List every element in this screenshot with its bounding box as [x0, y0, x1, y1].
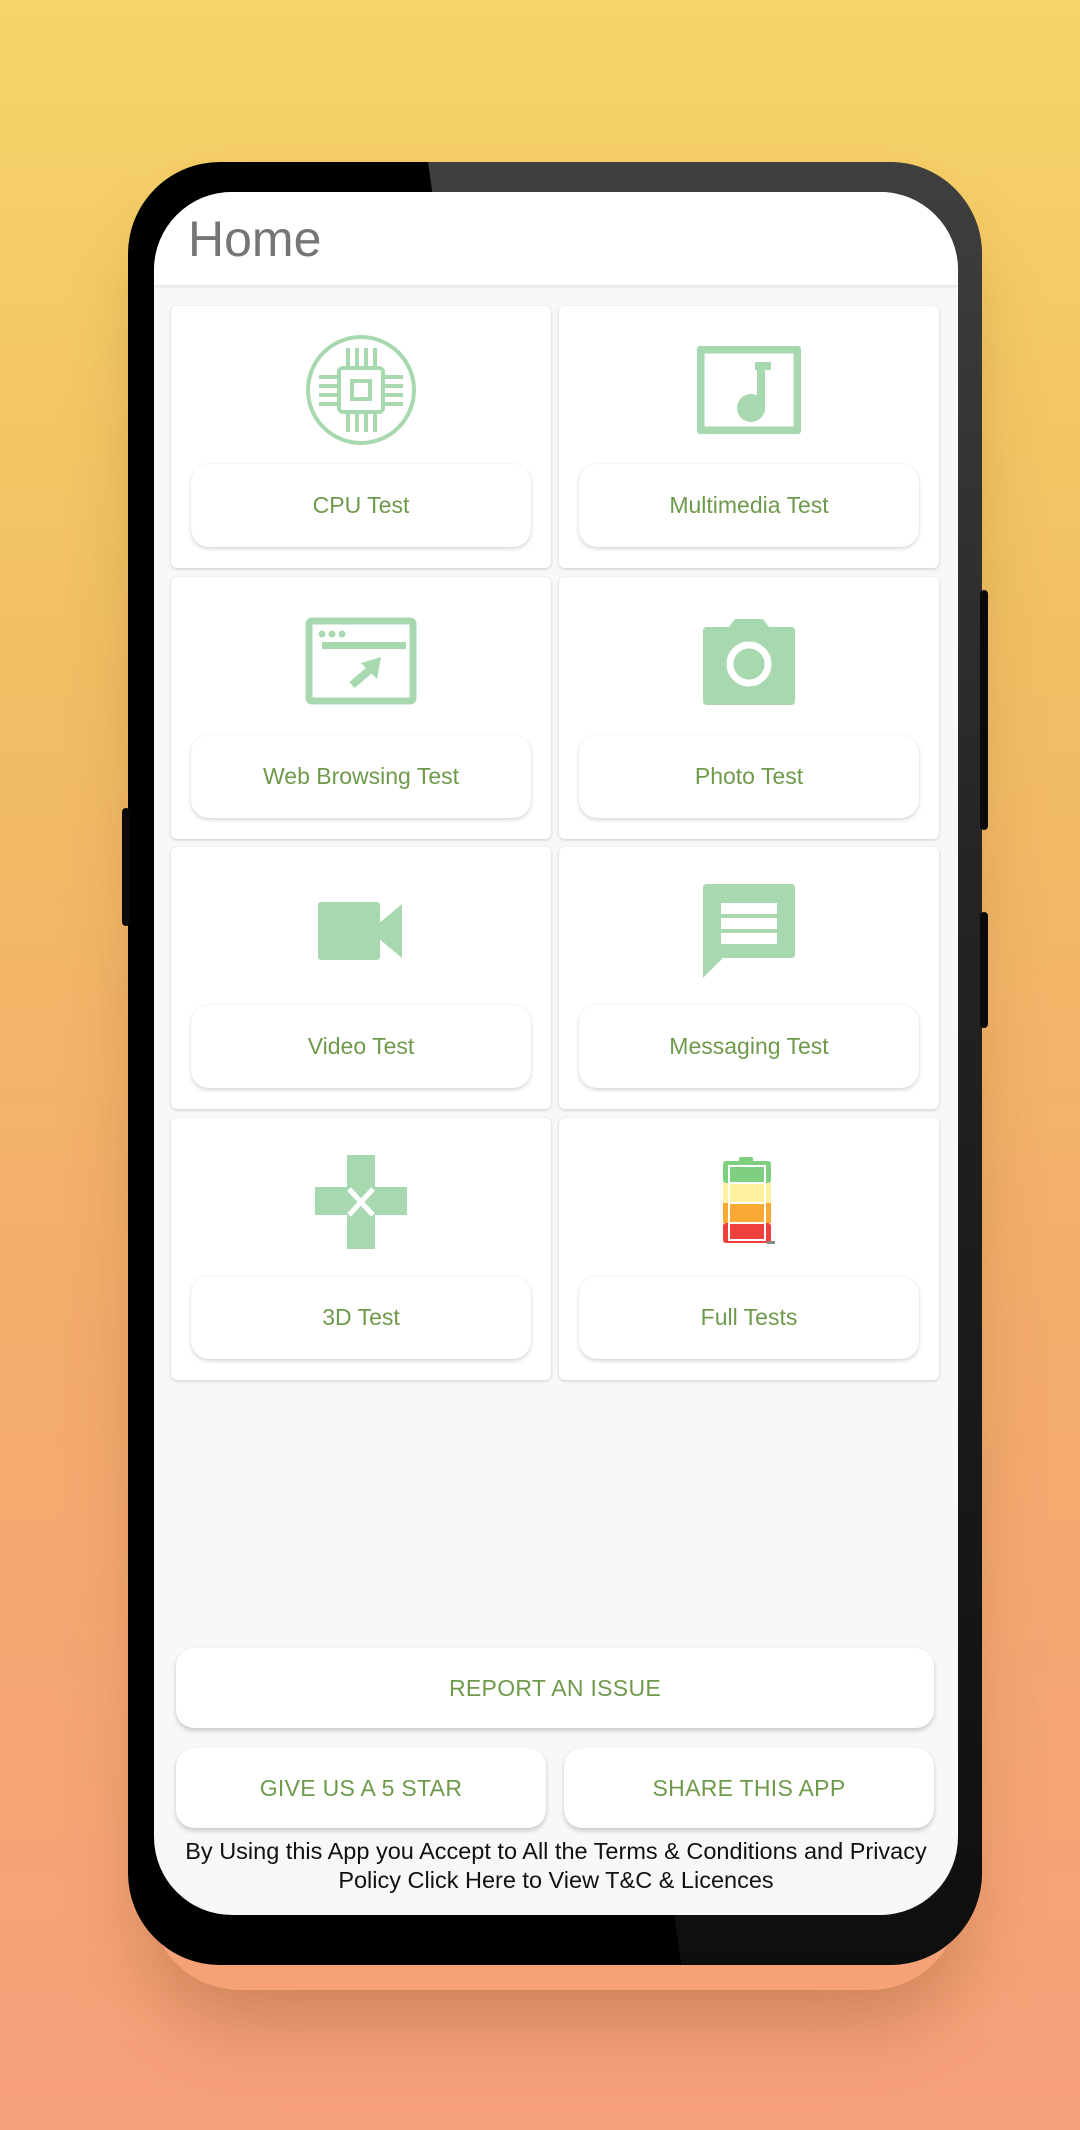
phone-side-button-left: [122, 808, 130, 926]
terms-link[interactable]: By Using this App you Accept to All the …: [164, 1837, 948, 1895]
report-issue-button[interactable]: REPORT AN ISSUE: [176, 1648, 934, 1728]
camera-icon: [701, 617, 797, 705]
test-card-messaging[interactable]: Messaging Test: [559, 847, 939, 1109]
cpu-test-button[interactable]: CPU Test: [191, 464, 531, 547]
gamepad-dpad-icon: [313, 1153, 409, 1251]
page-title: Home: [188, 211, 322, 267]
messaging-test-button[interactable]: Messaging Test: [579, 1005, 919, 1088]
video-camera-icon: [316, 900, 406, 962]
photo-test-button[interactable]: Photo Test: [579, 735, 919, 818]
video-test-button[interactable]: Video Test: [191, 1005, 531, 1088]
app-screen: Home CPU Test Multimedia Test Web Browsi…: [154, 192, 958, 1915]
web-browsing-test-button[interactable]: Web Browsing Test: [191, 735, 531, 818]
rate-app-button[interactable]: GIVE US A 5 STAR: [176, 1748, 546, 1828]
phone-side-button-right-upper: [980, 590, 988, 830]
music-note-icon: [697, 346, 801, 434]
multimedia-test-button[interactable]: Multimedia Test: [579, 464, 919, 547]
test-card-photo[interactable]: Photo Test: [559, 577, 939, 839]
share-app-button[interactable]: SHARE THIS APP: [564, 1748, 934, 1828]
phone-side-button-right-lower: [980, 912, 988, 1028]
test-card-cpu[interactable]: CPU Test: [171, 306, 551, 568]
test-card-web-browsing[interactable]: Web Browsing Test: [171, 577, 551, 839]
battery-levels-icon: [721, 1157, 777, 1247]
3d-test-button[interactable]: 3D Test: [191, 1276, 531, 1359]
test-card-3d[interactable]: 3D Test: [171, 1118, 551, 1380]
test-card-video[interactable]: Video Test: [171, 847, 551, 1109]
browser-window-icon: [305, 617, 417, 705]
cpu-chip-icon: [305, 334, 417, 446]
app-bar: Home: [154, 192, 958, 285]
test-card-multimedia[interactable]: Multimedia Test: [559, 306, 939, 568]
full-tests-button[interactable]: Full Tests: [579, 1276, 919, 1359]
test-card-full[interactable]: Full Tests: [559, 1118, 939, 1380]
message-bubble-icon: [701, 882, 797, 980]
